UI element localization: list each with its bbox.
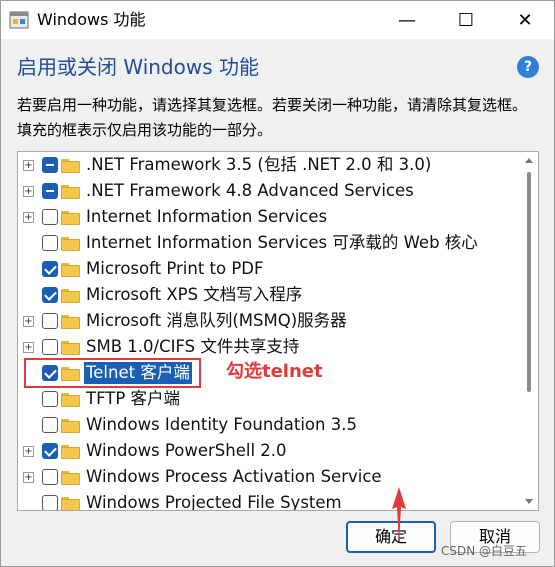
feature-checkbox[interactable] [42,235,58,251]
feature-label: SMB 1.0/CIFS 文件共享支持 [86,337,300,356]
folder-icon [61,289,80,303]
feature-row[interactable]: + .NET Framework 4.8 Advanced Services [18,178,523,204]
feature-label: TFTP 客户端 [86,389,181,408]
feature-checkbox[interactable] [42,495,58,510]
feature-row[interactable]: + .NET Framework 3.5 (包括 .NET 2.0 和 3.0) [18,152,523,178]
feature-checkbox[interactable] [42,209,58,225]
scroll-down-arrow-icon[interactable] [525,499,533,504]
minimize-icon: — [398,9,416,31]
feature-label: Windows PowerShell 2.0 [86,441,287,460]
feature-row[interactable]: TFTP 客户端 [18,386,523,412]
expand-plus-icon[interactable]: + [23,160,34,171]
maximize-button[interactable]: ☐ [437,1,495,39]
feature-checkbox[interactable] [42,261,58,277]
folder-icon [61,393,80,407]
feature-checkbox[interactable] [42,313,58,329]
folder-icon [61,315,80,329]
expand-plus-icon[interactable]: + [23,446,34,457]
feature-checkbox[interactable] [42,469,58,485]
scroll-thumb[interactable] [527,172,531,392]
close-icon: ✕ [517,9,533,31]
feature-label: Windows Identity Foundation 3.5 [86,415,357,434]
windows-features-app-icon [9,11,29,29]
annotation-text: 勾选telnet [226,361,323,382]
feature-checkbox[interactable] [42,417,58,433]
annotation-arrow-icon [392,487,406,545]
folder-icon [61,263,80,277]
maximize-icon: ☐ [457,9,475,31]
feature-row[interactable]: + Windows Process Activation Service [18,464,523,490]
feature-checkbox[interactable] [42,287,58,303]
feature-label: .NET Framework 3.5 (包括 .NET 2.0 和 3.0) [86,155,432,174]
feature-row[interactable]: + Windows PowerShell 2.0 [18,438,523,464]
expand-plus-icon[interactable]: + [23,316,34,327]
feature-row[interactable]: Windows Identity Foundation 3.5 [18,412,523,438]
feature-label: Microsoft XPS 文档写入程序 [86,285,303,304]
feature-label: Internet Information Services [86,207,328,226]
feature-label: Microsoft Print to PDF [86,259,264,278]
feature-tree-scrollbar[interactable] [521,152,537,510]
folder-icon [61,445,80,459]
feature-checkbox[interactable] [42,443,58,459]
feature-label: Windows Projected File System [86,493,342,511]
feature-label: Internet Information Services 可承载的 Web 核… [86,233,478,252]
feature-tree[interactable]: + .NET Framework 3.5 (包括 .NET 2.0 和 3.0) +… [17,151,539,511]
folder-icon [61,211,80,225]
expand-plus-icon[interactable]: + [23,186,34,197]
feature-checkbox[interactable] [42,391,58,407]
title-bar[interactable]: Windows 功能 — ☐ ✕ [1,1,554,39]
feature-checkbox[interactable] [42,157,58,173]
feature-checkbox[interactable] [42,339,58,355]
feature-row[interactable]: + SMB 1.0/CIFS 文件共享支持 [18,334,523,360]
instructions-text: 若要启用一种功能，请选择其复选框。若要关闭一种功能，请清除其复选框。填充的框表示… [17,96,528,139]
folder-icon [61,419,80,433]
window-title: Windows 功能 [37,10,146,29]
feature-checkbox[interactable] [42,183,58,199]
feature-row[interactable]: Microsoft Print to PDF [18,256,523,282]
feature-row[interactable]: + Internet Information Services [18,204,523,230]
scroll-up-arrow-icon[interactable] [525,158,533,163]
expand-plus-icon[interactable]: + [23,212,34,223]
feature-row[interactable]: Windows Projected File System [18,490,523,511]
folder-icon [61,341,80,355]
folder-icon [61,471,80,485]
page-title: 启用或关闭 Windows 功能 [17,55,259,79]
folder-icon [61,159,80,173]
watermark: CSDN @白豆五 [441,544,528,558]
help-icon[interactable]: ? [517,56,539,78]
folder-icon [61,237,80,251]
feature-row[interactable]: Internet Information Services 可承载的 Web 核… [18,230,523,256]
expand-plus-icon[interactable]: + [23,472,34,483]
feature-label: Microsoft 消息队列(MSMQ)服务器 [86,311,347,330]
feature-label: Windows Process Activation Service [86,467,382,486]
folder-icon [61,497,80,510]
close-button[interactable]: ✕ [496,1,554,39]
windows-features-dialog: Windows 功能 — ☐ ✕ 启用或关闭 Windows 功能 ? 若要启用… [0,0,555,567]
folder-icon [61,185,80,199]
feature-row[interactable]: Microsoft XPS 文档写入程序 [18,282,523,308]
feature-row[interactable]: + Microsoft 消息队列(MSMQ)服务器 [18,308,523,334]
annotation-highlight-box [24,358,201,388]
feature-label: .NET Framework 4.8 Advanced Services [86,181,414,200]
minimize-button[interactable]: — [378,1,436,39]
expand-plus-icon[interactable]: + [23,342,34,353]
